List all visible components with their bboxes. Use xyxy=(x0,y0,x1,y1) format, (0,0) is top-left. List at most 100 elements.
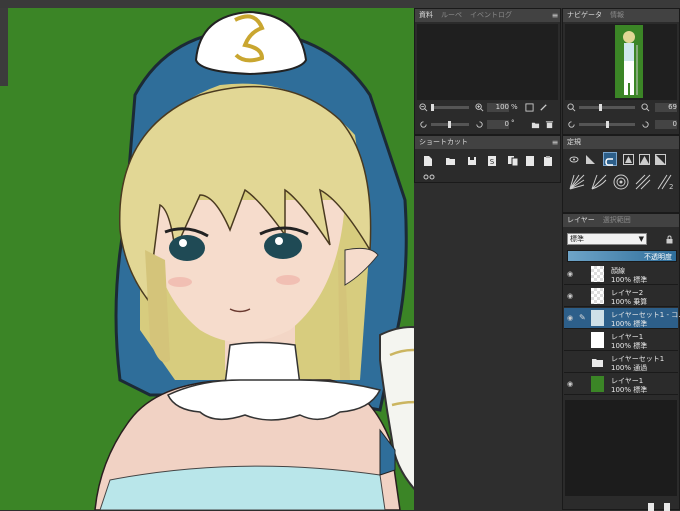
glasses-icon[interactable] xyxy=(423,174,435,180)
perspective-3pt-icon[interactable] xyxy=(655,154,666,165)
tab-selection[interactable]: 選択範囲 xyxy=(599,214,635,227)
rotate-right-icon[interactable] xyxy=(475,120,484,129)
shortcut-tab-bar: ショートカット ≡ xyxy=(415,136,560,149)
layer-row[interactable]: レイヤーセット1 100% 通過 xyxy=(564,352,678,373)
fit-icon[interactable] xyxy=(525,103,534,112)
eye-icon[interactable]: ◉ xyxy=(567,380,575,388)
rotate-unit: ° xyxy=(511,119,515,127)
drawing-canvas[interactable] xyxy=(0,0,414,510)
eye-icon[interactable]: ◉ xyxy=(567,314,575,322)
navigator-tab-bar: ナビゲータ 情報 xyxy=(563,9,679,22)
materials-preview xyxy=(417,24,558,100)
navigator-panel: ナビゲータ 情報 69 0 xyxy=(562,8,680,135)
zoom-out-icon[interactable] xyxy=(419,103,428,112)
layer-mode: 100% 通過 xyxy=(611,364,648,372)
eyedropper-icon[interactable] xyxy=(539,103,548,112)
layer-row-selected[interactable]: ◉ ✎ レイヤーセット1 - コ… 100% 標準 xyxy=(564,308,680,329)
parallel-2-icon[interactable]: 2 xyxy=(657,174,673,190)
nav-rotate-right-icon[interactable] xyxy=(641,120,650,129)
zoom-unit: % xyxy=(511,103,518,111)
save-as-icon[interactable]: S xyxy=(487,155,497,167)
nav-zoom-slider[interactable] xyxy=(579,104,635,111)
radial-lines-icon[interactable] xyxy=(569,174,585,190)
left-tool-strip xyxy=(0,8,8,86)
lock-icon[interactable] xyxy=(665,235,674,244)
perspective-2pt-icon[interactable] xyxy=(639,154,650,165)
layer-thumbnail xyxy=(591,288,604,304)
materials-panel: 資料 ルーペ イベントログ ≡ 100 % 0 ° xyxy=(414,8,561,135)
new-file-icon[interactable] xyxy=(423,155,433,167)
ruler-tab-bar: 定規 xyxy=(563,136,679,149)
clipboard-icon[interactable] xyxy=(543,155,553,167)
layer-thumbnail xyxy=(591,266,604,282)
layer-thumbnail xyxy=(591,310,604,326)
save-icon[interactable] xyxy=(467,156,477,166)
layer-mode: 100% 標準 xyxy=(611,320,648,328)
tab-layer[interactable]: レイヤー xyxy=(563,214,599,227)
rotate-left-icon[interactable] xyxy=(419,120,428,129)
layer-mode: 100% 標準 xyxy=(611,342,648,350)
rotate-slider[interactable] xyxy=(431,121,469,128)
perspective-1pt-icon[interactable] xyxy=(623,154,634,165)
nav-zoom-in-icon[interactable] xyxy=(641,103,650,112)
nav-rotate-left-icon[interactable] xyxy=(567,120,576,129)
pen-icon: ✎ xyxy=(579,313,586,322)
zoom-value-field[interactable]: 100 xyxy=(487,103,509,112)
zoom-in-icon[interactable] xyxy=(475,103,484,112)
parallel-lines-icon[interactable] xyxy=(635,174,651,190)
navigator-thumbnail[interactable] xyxy=(615,25,643,98)
zoom-slider[interactable] xyxy=(431,104,469,111)
eye-icon[interactable]: ◉ xyxy=(567,292,575,300)
top-toolbar-strip xyxy=(0,0,680,8)
character-illustration xyxy=(94,10,414,510)
navigator-figure xyxy=(623,31,638,95)
tab-materials[interactable]: 資料 xyxy=(415,9,437,22)
visibility-icon[interactable] xyxy=(569,156,579,163)
eye-icon[interactable]: ◉ xyxy=(567,270,575,278)
curve-ruler-button[interactable] xyxy=(603,152,617,166)
tab-navigator[interactable]: ナビゲータ xyxy=(563,9,606,22)
linear-ruler-icon[interactable] xyxy=(585,154,596,165)
chevron-down-icon: ▼ xyxy=(638,235,644,243)
layer-thumbnail xyxy=(591,376,604,392)
nav-rotate-value[interactable]: 0 xyxy=(655,120,677,129)
materials-tab-bar: 資料 ルーペ イベントログ ≡ xyxy=(415,9,560,22)
tab-loupe[interactable]: ルーペ xyxy=(437,9,466,22)
opacity-bar[interactable]: 不透明度 xyxy=(567,250,677,262)
layer-row[interactable]: レイヤー1 100% 標準 xyxy=(564,330,678,351)
layer-row[interactable]: ◉ レイヤー2 100% 乗算 xyxy=(564,286,678,307)
layer-panel: レイヤー 選択範囲 標準 ▼ 不透明度 ◉ 顔線 100% 標準 ◉ レイヤー2… xyxy=(562,213,680,511)
blend-mode-select[interactable]: 標準 ▼ xyxy=(567,233,647,245)
shortcut-panel: ショートカット ≡ S xyxy=(414,135,561,183)
layer-row[interactable]: ◉ 顔線 100% 標準 xyxy=(564,264,678,285)
panel-menu-icon[interactable]: ≡ xyxy=(550,11,560,20)
curve-ruler-icon xyxy=(605,158,613,166)
svg-text:2: 2 xyxy=(669,183,673,190)
radial-curves-icon[interactable] xyxy=(591,174,607,190)
layer-tab-bar: レイヤー 選択範囲 xyxy=(563,214,679,227)
paste-icon[interactable] xyxy=(525,155,535,167)
shortcut-menu-icon[interactable]: ≡ xyxy=(550,138,560,147)
copy-icon[interactable] xyxy=(507,155,519,167)
nav-zoom-out-icon[interactable] xyxy=(567,103,576,112)
layer-thumbnail xyxy=(591,332,604,348)
nav-rotate-slider[interactable] xyxy=(579,121,635,128)
folder-icon[interactable] xyxy=(531,120,540,129)
tab-info[interactable]: 情報 xyxy=(606,9,628,22)
tab-shortcut[interactable]: ショートカット xyxy=(415,136,472,149)
folder-icon xyxy=(592,359,603,367)
blend-mode-value: 標準 xyxy=(570,235,584,243)
trash-icon[interactable] xyxy=(545,120,554,129)
opacity-label: 不透明度 xyxy=(644,253,672,261)
concentric-icon[interactable] xyxy=(613,174,629,190)
tab-ruler[interactable]: 定規 xyxy=(563,136,585,149)
layer-list: ◉ 顔線 100% 標準 ◉ レイヤー2 100% 乗算 ◉ ✎ レイヤーセット… xyxy=(563,264,680,398)
ruler-panel: 定規 2 xyxy=(562,135,680,213)
layer-row[interactable]: ◉ レイヤー1 100% 標準 xyxy=(564,374,678,395)
tab-event-log[interactable]: イベントログ xyxy=(466,9,516,22)
open-folder-icon[interactable] xyxy=(445,156,456,166)
layer-mode: 100% 乗算 xyxy=(611,298,648,306)
layer-mode: 100% 標準 xyxy=(611,386,648,394)
nav-zoom-value[interactable]: 69 xyxy=(655,103,677,112)
rotate-value-field[interactable]: 0 xyxy=(487,120,509,129)
